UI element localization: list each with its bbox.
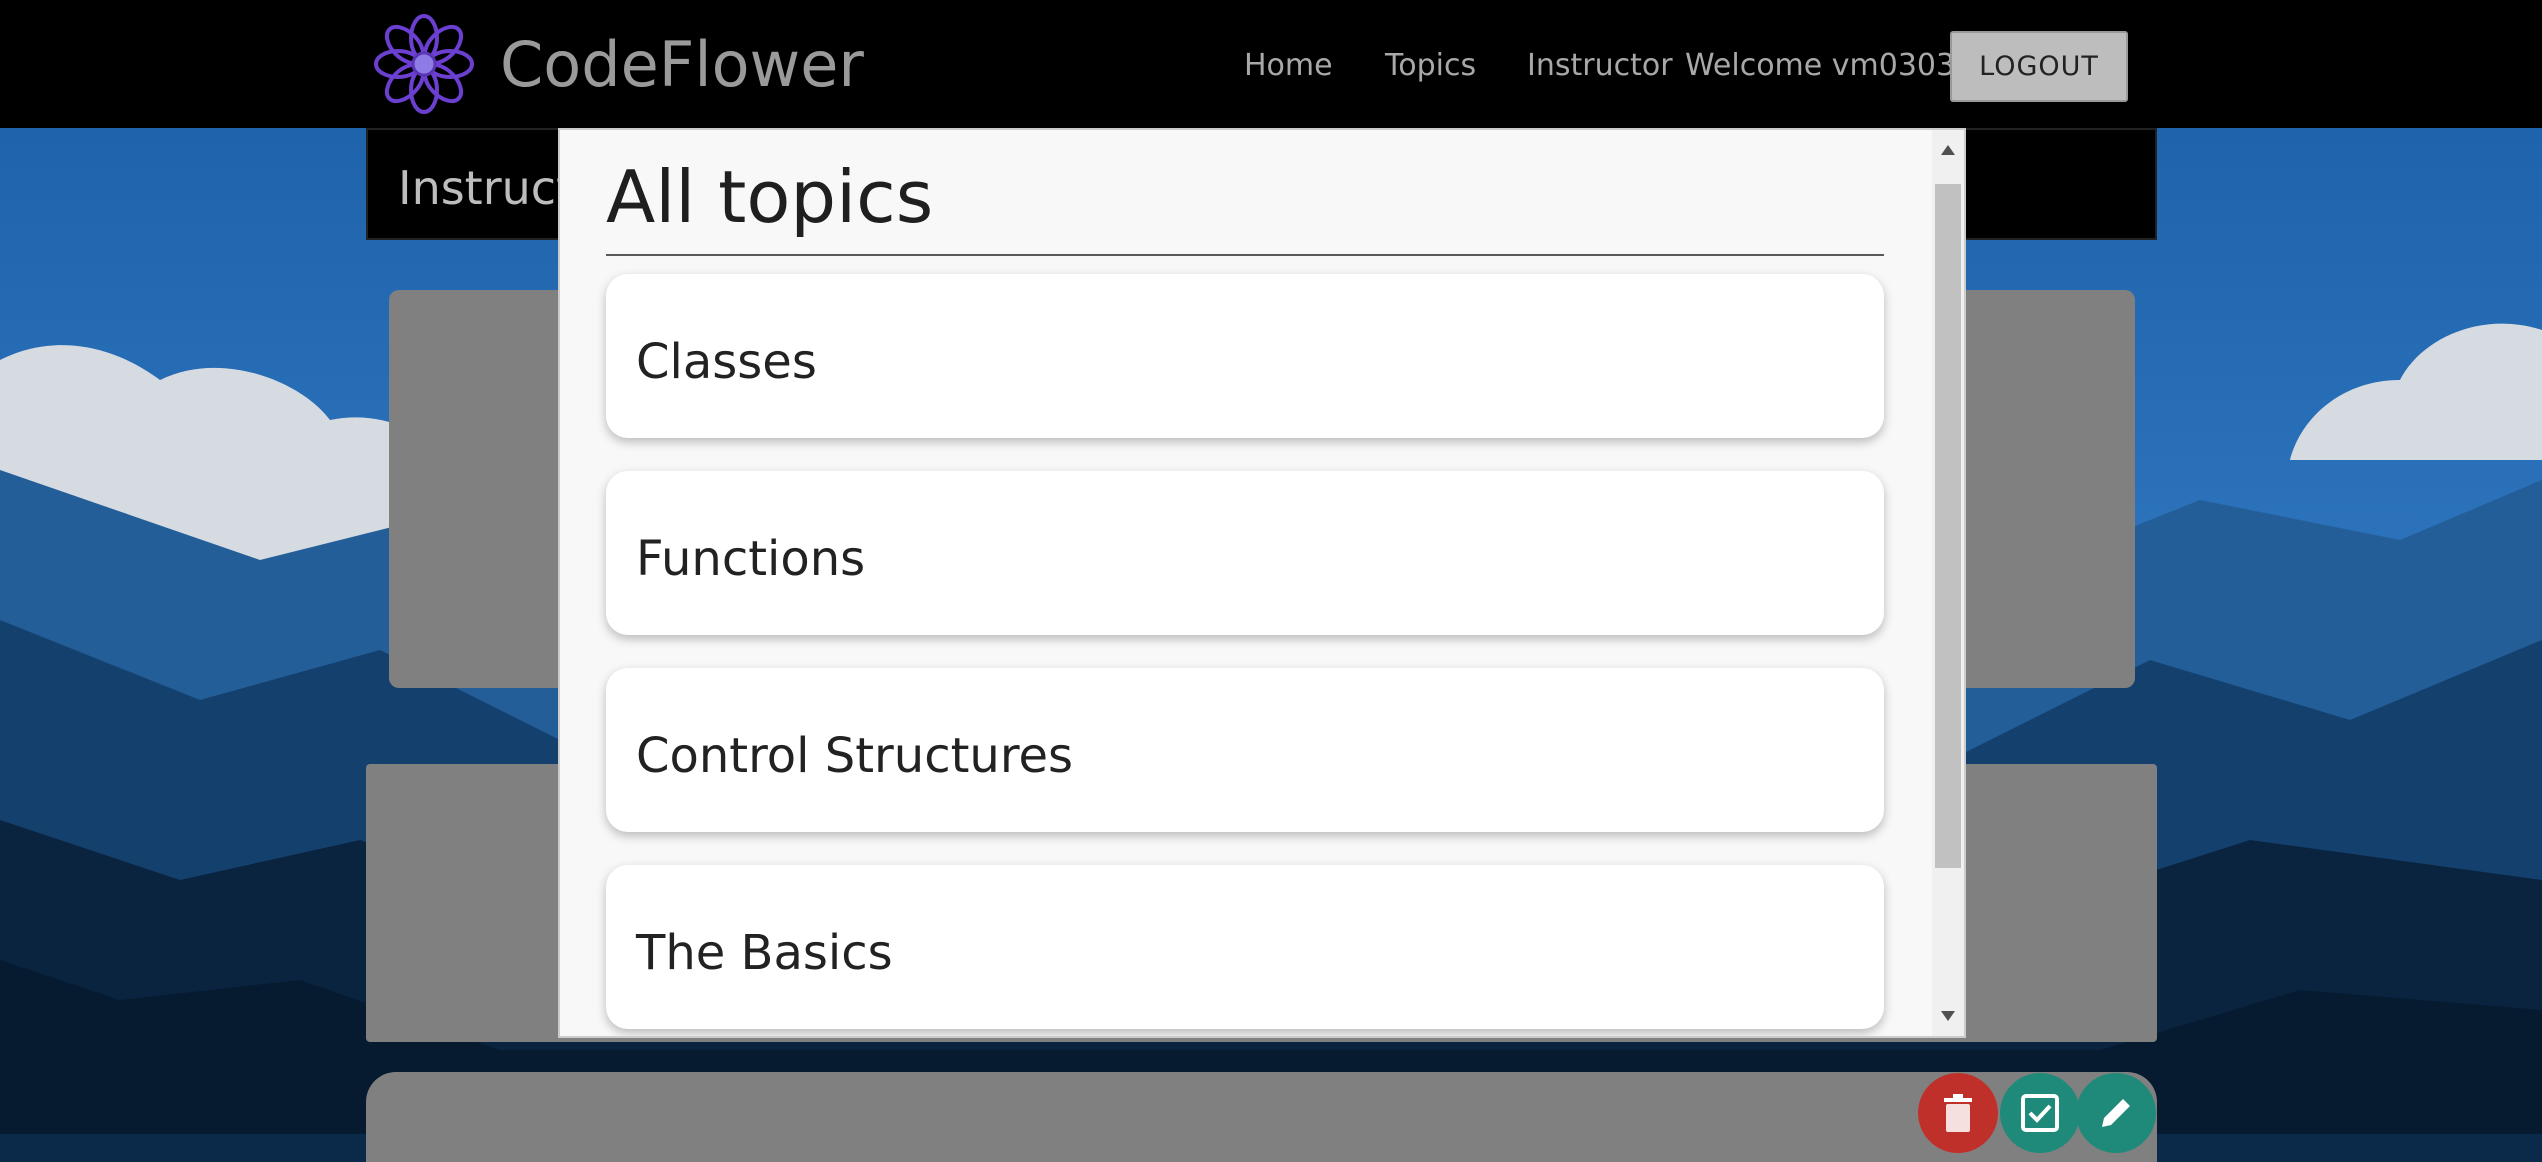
scroll-down-arrow-icon[interactable] — [1932, 1000, 1964, 1032]
checkbox-icon — [2021, 1094, 2059, 1132]
scrollbar-thumb[interactable] — [1935, 184, 1961, 868]
topic-label: Functions — [636, 531, 866, 587]
top-navbar: CodeFlower Home Topics Instructor Welcom… — [0, 0, 2542, 128]
nav-home-link[interactable]: Home — [1244, 46, 1333, 86]
trash-icon — [1944, 1094, 1972, 1132]
title-divider — [606, 254, 1884, 256]
topic-card-classes[interactable]: Classes — [606, 274, 1884, 438]
edit-button[interactable] — [2076, 1073, 2156, 1153]
pencil-icon — [2102, 1099, 2130, 1127]
topic-label: Classes — [636, 334, 817, 390]
approve-button[interactable] — [2000, 1073, 2080, 1153]
modal-title: All topics — [606, 155, 934, 239]
content-panel-3 — [366, 1072, 2157, 1162]
topic-card-control-structures[interactable]: Control Structures — [606, 668, 1884, 832]
topic-card-functions[interactable]: Functions — [606, 471, 1884, 635]
topic-card-the-basics[interactable]: The Basics — [606, 865, 1884, 1029]
brand-name[interactable]: CodeFlower — [500, 28, 864, 102]
delete-button[interactable] — [1918, 1073, 1998, 1153]
nav-instructor-link[interactable]: Instructor — [1527, 46, 1673, 86]
topic-label: Control Structures — [636, 728, 1074, 784]
nav-topics-link[interactable]: Topics — [1385, 46, 1476, 86]
welcome-message: Welcome vm0303 — [1685, 48, 1956, 83]
all-topics-modal: All topics Classes Functions Control Str… — [558, 128, 1966, 1038]
modal-scrollbar[interactable] — [1932, 130, 1964, 1036]
scroll-up-arrow-icon[interactable] — [1932, 134, 1964, 166]
flower-logo-icon[interactable] — [374, 14, 474, 114]
topic-label: The Basics — [636, 925, 893, 981]
logout-button[interactable]: LOGOUT — [1950, 31, 2128, 102]
